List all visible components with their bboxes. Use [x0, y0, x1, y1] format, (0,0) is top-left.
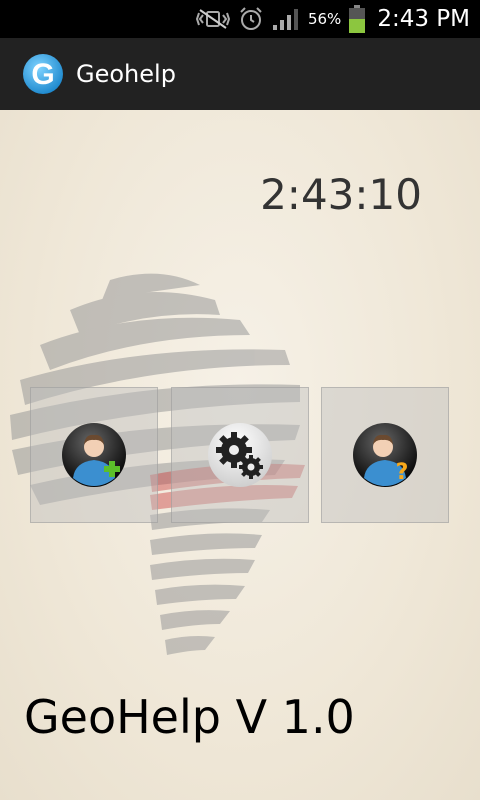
- battery-icon: [349, 5, 366, 33]
- user-help-icon: ?: [353, 423, 417, 487]
- signal-icon: [272, 7, 300, 31]
- geohelp-logo-icon[interactable]: G: [22, 53, 64, 95]
- svg-text:G: G: [31, 58, 54, 91]
- version-label: GeoHelp V 1.0: [24, 690, 355, 744]
- status-bar: 56% 2:43 PM: [0, 0, 480, 38]
- app-title: Geohelp: [76, 60, 176, 88]
- battery-percent: 56%: [307, 10, 342, 28]
- action-bar: G Geohelp: [0, 38, 480, 110]
- add-contact-button[interactable]: [30, 387, 158, 523]
- main-content: 2:43:10 ? GeoHelp V 1.0: [0, 110, 480, 800]
- alarm-icon: [238, 6, 264, 32]
- mute-vibrate-icon: [195, 7, 230, 31]
- time-display: 2:43:10: [260, 170, 422, 219]
- gear-icon: [208, 423, 272, 487]
- status-clock: 2:43 PM: [377, 6, 470, 32]
- settings-button[interactable]: [171, 387, 309, 523]
- svg-text:?: ?: [396, 460, 409, 485]
- help-button[interactable]: ?: [321, 387, 449, 523]
- add-user-icon: [62, 423, 126, 487]
